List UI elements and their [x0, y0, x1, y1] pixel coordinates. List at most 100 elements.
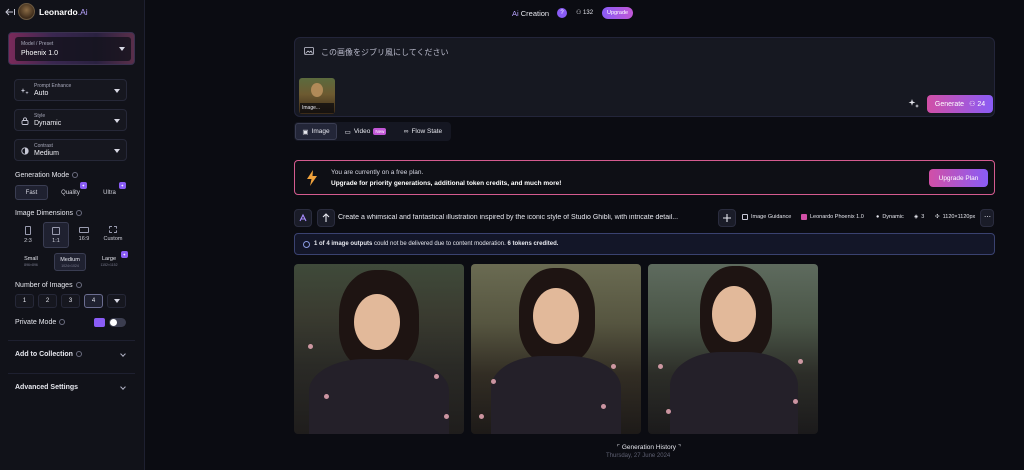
token-icon: ⚇: [576, 10, 584, 16]
help-icon[interactable]: ?: [557, 8, 567, 18]
blossom: [658, 364, 663, 369]
blossom: [611, 364, 616, 369]
number-option-3[interactable]: 3: [61, 294, 80, 308]
tab-video[interactable]: ▭ Video New: [339, 123, 392, 140]
generation-mode-quality[interactable]: Quality ✦: [54, 182, 87, 200]
generated-image-1[interactable]: [294, 264, 464, 434]
generation-header: Create a whimsical and fantastical illus…: [294, 209, 995, 228]
chevron-down-icon: [114, 89, 120, 93]
lock-style-icon: [21, 117, 29, 125]
more-options-button[interactable]: ⋯: [980, 209, 994, 227]
model-preset-value: Phoenix 1.0: [21, 50, 58, 57]
upgrade-badge: ✦: [120, 251, 128, 258]
sidebar: Leonardo.Ai Model / Preset Phoenix 1.0 P…: [0, 0, 145, 470]
image-icon[interactable]: [304, 47, 314, 55]
bracket-icon: ⌝: [676, 444, 681, 451]
model-icon: [801, 214, 807, 220]
generation-history-link[interactable]: ⌜ Generation History ⌝: [617, 443, 681, 451]
number-of-images-title: Number of Images: [15, 282, 82, 289]
ratio-custom[interactable]: Custom: [99, 222, 127, 248]
advanced-settings-label: Advanced Settings: [15, 384, 79, 391]
collapse-sidebar-icon[interactable]: [4, 6, 16, 18]
ratio-16-9[interactable]: 16:9: [71, 222, 97, 248]
generation-prompt: Create a whimsical and fantastical illus…: [338, 214, 679, 221]
generation-mode-fast[interactable]: Fast: [15, 185, 48, 200]
ratio-label: 16:9: [78, 236, 90, 242]
image-icon: ▣: [302, 128, 309, 136]
chip-image-guidance: Image Guidance: [742, 214, 791, 220]
header-upgrade-button[interactable]: Upgrade: [602, 7, 634, 19]
mode-tabs: ▣ Image ▭ Video New ∞ Flow State: [294, 122, 451, 141]
ratio-2-3[interactable]: 2:3: [15, 222, 41, 248]
resize-icon: ✣: [935, 214, 940, 220]
number-option-4[interactable]: 4: [84, 294, 103, 308]
bolt-icon: [307, 170, 317, 186]
remix-button[interactable]: [294, 209, 312, 227]
private-mode-toggle[interactable]: [109, 318, 126, 327]
number-option-2[interactable]: 2: [38, 294, 57, 308]
plus-icon: [723, 214, 731, 222]
upgrade-badge: ✦: [118, 182, 126, 189]
page-title: Ai Creation: [512, 9, 550, 18]
remix-icon: [299, 213, 307, 222]
contrast-select[interactable]: Contrast Medium: [14, 139, 127, 161]
generation-mode-ultra[interactable]: Ultra ✦: [93, 182, 126, 200]
chevron-down-icon: [114, 149, 120, 153]
history-date: Thursday, 27 June 2024: [606, 453, 671, 459]
generated-image-2[interactable]: [471, 264, 641, 434]
ratio-label: 2:3: [24, 238, 32, 244]
prompt-enhance-select[interactable]: Prompt Enhance Auto: [14, 79, 127, 101]
reference-image-thumbnail[interactable]: Image...: [299, 78, 335, 114]
ratio-1-1[interactable]: 1:1: [43, 222, 69, 248]
number-more-dropdown[interactable]: [107, 294, 126, 308]
prompt-box[interactable]: この画像をジブリ風にしてください Image... Generate ⚇ 24: [294, 37, 995, 117]
thumbnail-label[interactable]: Image...: [300, 103, 334, 113]
add-to-collection-label: Add to Collection: [15, 351, 82, 358]
token-count: ⚇ 132: [576, 10, 594, 16]
blossom: [308, 344, 313, 349]
arrow-up-icon: [322, 213, 330, 222]
chip-model: Leonardo Phoenix 1.0: [801, 214, 864, 220]
generate-button[interactable]: Generate ⚇ 24: [927, 95, 993, 113]
blossom: [479, 414, 484, 419]
style-select[interactable]: Style Dynamic: [14, 109, 127, 131]
add-button[interactable]: [718, 209, 736, 227]
tab-flow-state[interactable]: ∞ Flow State: [396, 123, 450, 140]
number-option-1[interactable]: 1: [15, 294, 34, 308]
chevron-down-icon: [119, 47, 125, 51]
landscape-ratio-icon: [79, 227, 89, 233]
upgrade-banner: You are currently on a free plan. Upgrad…: [294, 160, 995, 195]
model-preset-selector[interactable]: Model / Preset Phoenix 1.0: [8, 32, 135, 65]
blossom: [666, 409, 671, 414]
size-medium[interactable]: Medium 1024×1024: [54, 253, 86, 271]
portrait-ratio-icon: [25, 226, 31, 235]
prompt-input[interactable]: この画像をジブリ風にしてください: [321, 47, 449, 58]
free-plan-text: You are currently on a free plan.: [331, 169, 424, 176]
add-to-collection-section[interactable]: Add to Collection: [8, 340, 135, 367]
prompt-enhance-value: Auto: [34, 90, 49, 97]
upgrade-plan-button[interactable]: Upgrade Plan: [929, 169, 988, 187]
token-cost: ⚇ 24: [969, 101, 986, 108]
figure-body: [309, 359, 449, 434]
figure-face: [712, 286, 756, 342]
magic-enhance-icon[interactable]: [907, 97, 921, 111]
size-large[interactable]: Large 1152×1152 ✦: [93, 251, 128, 271]
sparkle-icon: [21, 88, 29, 95]
ratio-label: Custom: [103, 236, 123, 242]
top-header: Ai Creation ? ⚇ 132 Upgrade: [145, 0, 1024, 26]
advanced-settings-section[interactable]: Advanced Settings: [8, 373, 135, 400]
chevron-down-icon: [120, 351, 126, 357]
figure-body: [491, 356, 621, 434]
new-badge: New: [373, 128, 387, 135]
contrast-label: Contrast: [34, 143, 53, 149]
info-icon: [75, 210, 82, 216]
generated-image-3[interactable]: [648, 264, 818, 434]
size-small[interactable]: Small 896×896: [15, 253, 47, 271]
tab-image[interactable]: ▣ Image: [295, 123, 337, 140]
size-label: Small: [24, 256, 38, 262]
blossom: [491, 379, 496, 384]
reuse-prompt-button[interactable]: [317, 209, 335, 227]
style-value: Dynamic: [34, 120, 62, 127]
thumbnail-face: [311, 83, 323, 97]
generate-label: Generate: [934, 100, 965, 108]
